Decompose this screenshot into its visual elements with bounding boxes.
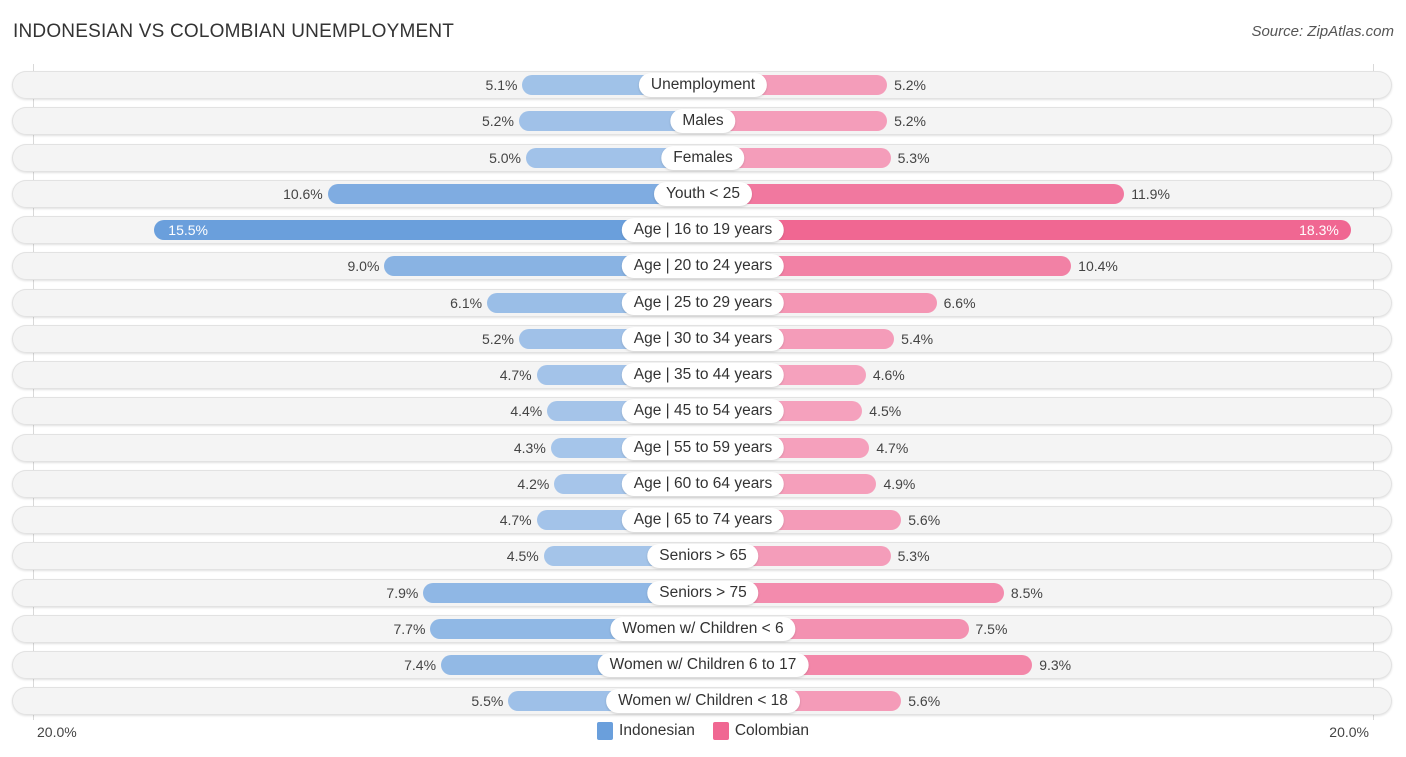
value-label-indonesian: 4.7% bbox=[499, 367, 532, 383]
value-label-colombian: 5.3% bbox=[897, 150, 930, 166]
value-label-indonesian: 5.1% bbox=[485, 77, 518, 93]
value-label-indonesian: 5.2% bbox=[482, 331, 514, 347]
legend: Indonesian Colombian bbox=[0, 722, 1406, 740]
value-label-colombian: 4.5% bbox=[869, 403, 902, 419]
value-label-colombian: 9.3% bbox=[1039, 657, 1072, 673]
value-label-colombian: 5.6% bbox=[908, 693, 941, 709]
value-label-indonesian: 4.2% bbox=[517, 476, 550, 492]
legend-item-colombian[interactable]: Colombian bbox=[712, 722, 809, 740]
category-label: Women w/ Children 6 to 17 bbox=[597, 653, 809, 677]
chart-area: 5.1% 5.2% Unemployment 5.2% 5.2% Males 5.0% 5.3… bbox=[0, 0, 1406, 757]
legend-label-colombian: Colombian bbox=[734, 722, 809, 739]
value-label-colombian: 6.6% bbox=[943, 295, 976, 311]
value-label-colombian: 5.2% bbox=[894, 77, 926, 93]
value-label-colombian: 11.9% bbox=[1131, 186, 1170, 202]
legend-swatch-colombian bbox=[712, 722, 729, 740]
category-label: Seniors > 65 bbox=[647, 544, 759, 568]
category-label: Age | 30 to 34 years bbox=[621, 327, 785, 351]
category-label: Seniors > 75 bbox=[647, 581, 759, 605]
category-label: Age | 35 to 44 years bbox=[621, 363, 785, 387]
value-label-colombian: 5.3% bbox=[897, 548, 930, 564]
value-label-indonesian: 4.7% bbox=[499, 512, 532, 528]
value-label-indonesian: 5.0% bbox=[489, 150, 521, 166]
value-label-indonesian: 6.1% bbox=[450, 295, 483, 311]
value-label-colombian: 5.2% bbox=[894, 113, 926, 129]
value-label-indonesian: 15.5% bbox=[168, 222, 208, 238]
category-label: Age | 45 to 54 years bbox=[621, 399, 785, 423]
value-label-indonesian: 7.9% bbox=[386, 585, 419, 601]
value-label-indonesian: 10.6% bbox=[283, 186, 323, 202]
value-label-indonesian: 4.4% bbox=[510, 403, 543, 419]
value-label-colombian: 10.4% bbox=[1078, 258, 1118, 274]
category-label: Youth < 25 bbox=[654, 182, 752, 206]
value-label-colombian: 8.5% bbox=[1010, 585, 1043, 601]
value-label-indonesian: 9.0% bbox=[347, 258, 380, 274]
value-label-indonesian: 5.5% bbox=[471, 693, 504, 709]
legend-item-indonesian[interactable]: Indonesian bbox=[597, 722, 695, 740]
value-label-colombian: 4.7% bbox=[876, 440, 909, 456]
category-label: Age | 16 to 19 years bbox=[621, 218, 785, 242]
value-label-colombian: 4.6% bbox=[872, 367, 905, 383]
bar-indonesian[interactable] bbox=[154, 220, 703, 240]
category-label: Women w/ Children < 18 bbox=[606, 689, 800, 713]
value-label-indonesian: 7.7% bbox=[393, 621, 426, 637]
category-label: Women w/ Children < 6 bbox=[610, 617, 796, 641]
bar-colombian[interactable] bbox=[703, 184, 1125, 204]
value-label-colombian: 5.6% bbox=[908, 512, 941, 528]
category-label: Females bbox=[661, 146, 745, 170]
legend-swatch-indonesian bbox=[597, 722, 614, 740]
category-label: Age | 25 to 29 years bbox=[621, 291, 785, 315]
category-label: Age | 65 to 74 years bbox=[621, 508, 785, 532]
value-label-indonesian: 4.3% bbox=[513, 440, 546, 456]
category-label: Unemployment bbox=[638, 73, 768, 97]
value-label-colombian: 5.4% bbox=[901, 331, 934, 347]
value-label-colombian: 18.3% bbox=[1299, 222, 1339, 238]
value-label-colombian: 7.5% bbox=[975, 621, 1008, 637]
legend-label-indonesian: Indonesian bbox=[619, 722, 695, 739]
bar-colombian[interactable] bbox=[703, 220, 1351, 240]
value-label-indonesian: 5.2% bbox=[482, 113, 514, 129]
bar-indonesian[interactable] bbox=[327, 184, 703, 204]
category-label: Age | 55 to 59 years bbox=[621, 436, 785, 460]
category-label: Males bbox=[670, 109, 736, 133]
value-label-indonesian: 4.5% bbox=[506, 548, 539, 564]
value-label-indonesian: 7.4% bbox=[404, 657, 437, 673]
value-label-colombian: 4.9% bbox=[883, 476, 916, 492]
category-label: Age | 60 to 64 years bbox=[621, 472, 785, 496]
category-label: Age | 20 to 24 years bbox=[621, 254, 785, 278]
